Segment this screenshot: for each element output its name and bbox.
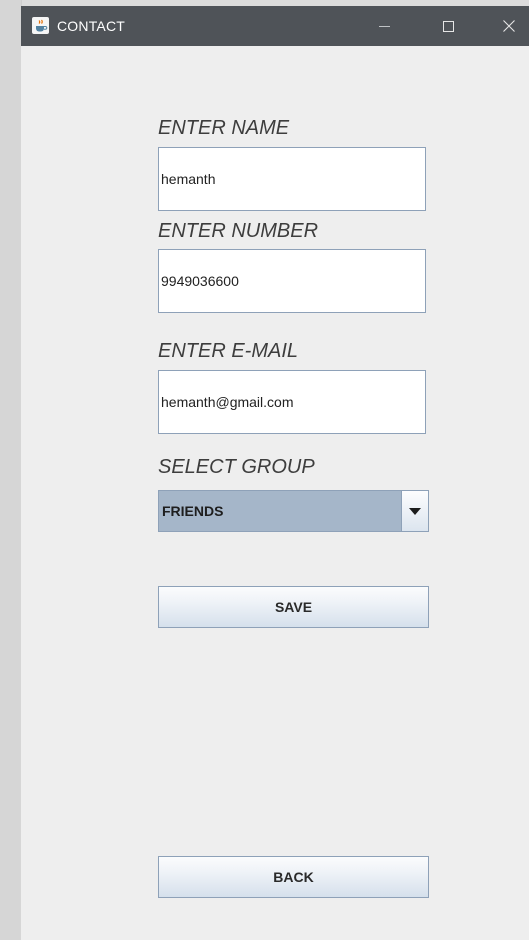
title-bar[interactable]: CONTACT bbox=[21, 6, 529, 46]
name-label: ENTER NAME bbox=[158, 117, 290, 139]
close-icon bbox=[503, 20, 515, 32]
chevron-down-icon bbox=[409, 507, 421, 515]
number-label: ENTER NUMBER bbox=[158, 220, 319, 242]
maximize-button[interactable] bbox=[425, 6, 471, 46]
number-input[interactable] bbox=[158, 249, 426, 313]
window-title: CONTACT bbox=[57, 18, 126, 34]
minimize-icon bbox=[378, 25, 390, 27]
java-cup-icon bbox=[32, 17, 49, 34]
save-button[interactable]: SAVE bbox=[158, 586, 429, 628]
background-window-edge bbox=[0, 0, 22, 940]
contact-window: CONTACT ENTER NAME ENTER NUMBER ENTER E-… bbox=[21, 6, 529, 940]
back-button[interactable]: BACK bbox=[158, 856, 429, 898]
group-selected-value: FRIENDS bbox=[162, 503, 224, 519]
email-label: ENTER E-MAIL bbox=[158, 340, 299, 362]
email-input[interactable] bbox=[158, 370, 426, 434]
group-dropdown-button[interactable] bbox=[401, 491, 428, 531]
close-button[interactable] bbox=[486, 6, 529, 46]
group-label: SELECT GROUP bbox=[158, 456, 315, 478]
name-input[interactable] bbox=[158, 147, 426, 211]
minimize-button[interactable] bbox=[361, 6, 407, 46]
maximize-icon bbox=[442, 20, 454, 32]
group-select[interactable]: FRIENDS bbox=[158, 490, 429, 532]
